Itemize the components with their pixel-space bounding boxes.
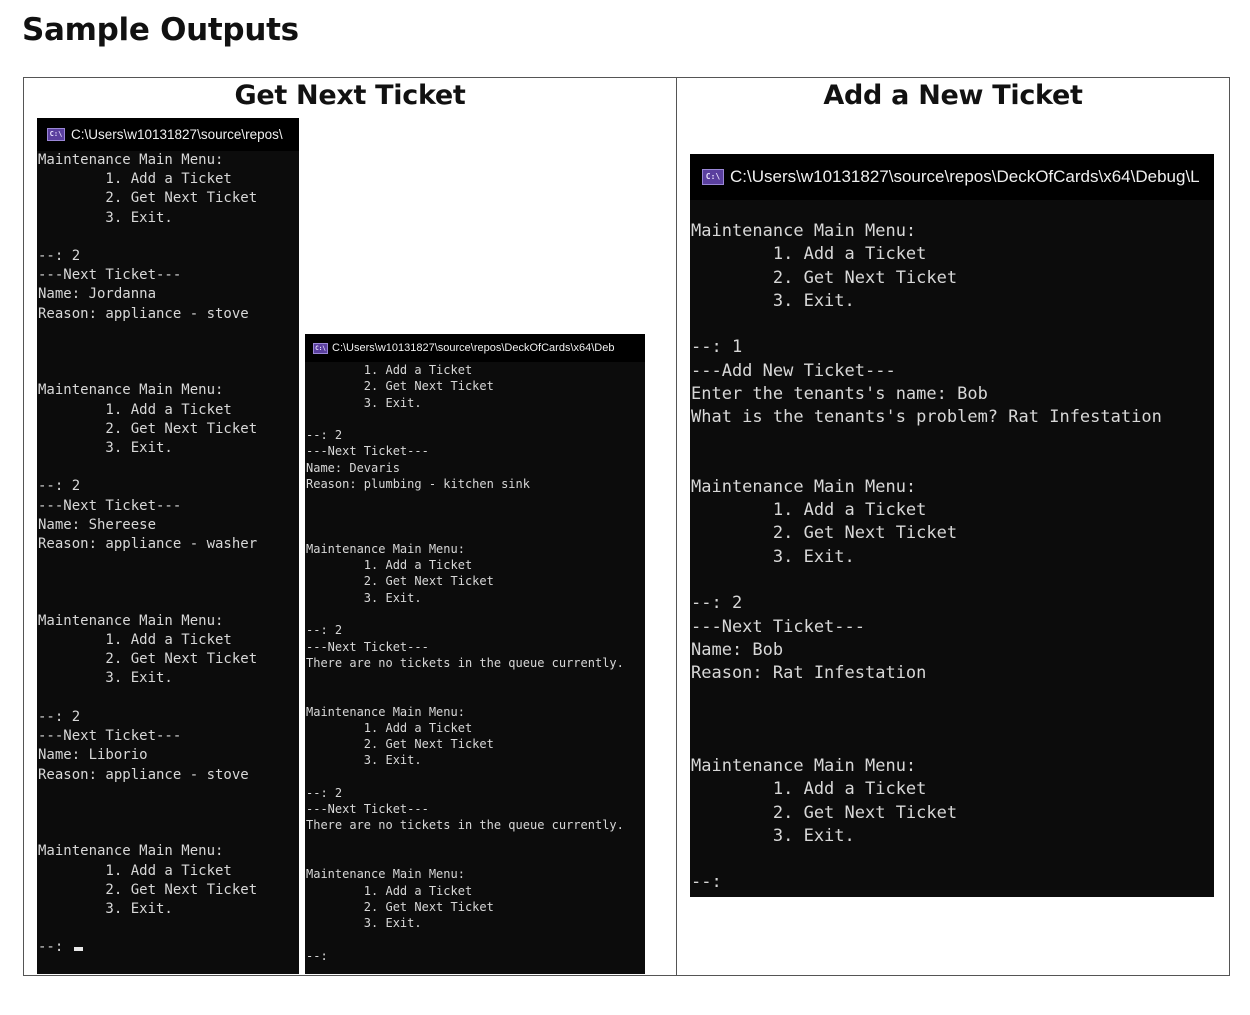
console-output: Maintenance Main Menu: 1. Add a Ticket 2… bbox=[690, 200, 1214, 895]
console-title-path: C:\Users\w10131827\source\repos\ bbox=[71, 127, 283, 142]
console-output-text: Maintenance Main Menu: 1. Add a Ticket 2… bbox=[691, 221, 1162, 893]
column-title-get-next-ticket: Get Next Ticket bbox=[234, 80, 466, 111]
console-window-get-next-1: C:\ C:\Users\w10131827\source\repos\ Mai… bbox=[37, 118, 299, 974]
console-titlebar[interactable]: C:\ C:\Users\w10131827\source\repos\ bbox=[37, 118, 299, 151]
console-window-add-ticket: C:\ C:\Users\w10131827\source\repos\Deck… bbox=[690, 154, 1214, 897]
command-prompt-icon: C:\ bbox=[313, 342, 328, 354]
console-title-path: C:\Users\w10131827\source\repos\DeckOfCa… bbox=[332, 342, 615, 354]
console-output: Maintenance Main Menu: 1. Add a Ticket 2… bbox=[37, 151, 299, 958]
page-heading: Sample Outputs bbox=[22, 12, 299, 48]
console-titlebar[interactable]: C:\ C:\Users\w10131827\source\repos\Deck… bbox=[690, 154, 1214, 200]
console-title-path: C:\Users\w10131827\source\repos\DeckOfCa… bbox=[730, 167, 1200, 186]
console-output-text: Maintenance Main Menu: 1. Add a Ticket 2… bbox=[38, 152, 258, 956]
console-output: 1. Add a Ticket 2. Get Next Ticket 3. Ex… bbox=[305, 362, 645, 964]
column-title-add-new-ticket: Add a New Ticket bbox=[823, 80, 1083, 111]
command-prompt-icon: C:\ bbox=[47, 128, 65, 141]
console-window-get-next-2: C:\ C:\Users\w10131827\source\repos\Deck… bbox=[305, 334, 645, 974]
column-divider bbox=[676, 77, 677, 976]
command-prompt-icon: C:\ bbox=[702, 169, 724, 185]
console-output-text: 1. Add a Ticket 2. Get Next Ticket 3. Ex… bbox=[306, 363, 624, 963]
console-titlebar[interactable]: C:\ C:\Users\w10131827\source\repos\Deck… bbox=[305, 334, 645, 362]
text-cursor bbox=[73, 947, 83, 952]
